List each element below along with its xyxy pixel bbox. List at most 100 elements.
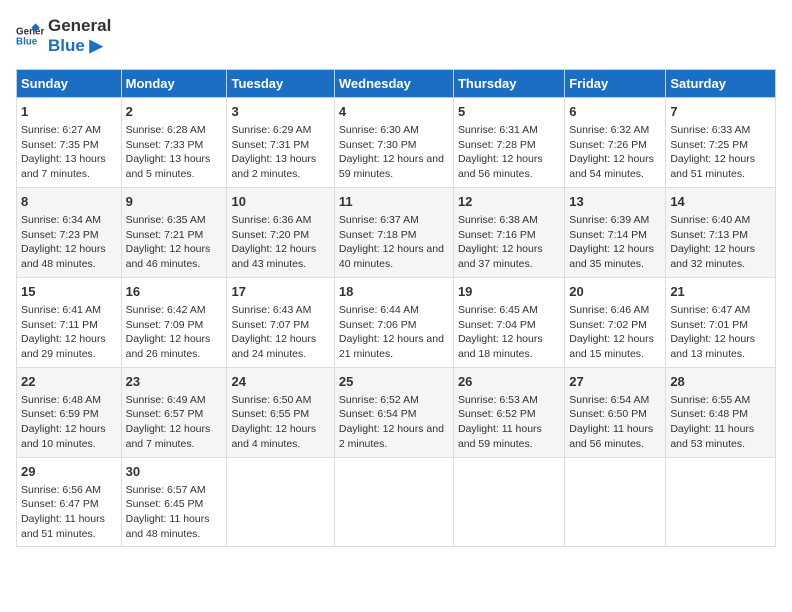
calendar-cell: 21 Sunrise: 6:47 AM Sunset: 7:01 PM Dayli…: [666, 277, 776, 367]
calendar-cell: 20 Sunrise: 6:46 AM Sunset: 7:02 PM Dayli…: [565, 277, 666, 367]
day-number: 5: [458, 103, 560, 121]
calendar-cell: 3Sunrise: 6:29 AM Sunset: 7:31 PM Daylig…: [227, 97, 334, 187]
calendar-cell: 15 Sunrise: 6:41 AM Sunset: 7:11 PM Dayli…: [17, 277, 122, 367]
day-number: 7: [670, 103, 771, 121]
day-info: Sunrise: 6:27 AM Sunset: 7:35 PM Dayligh…: [21, 123, 117, 182]
day-number: 13: [569, 193, 661, 211]
calendar-cell: 18Sunrise: 6:44 AM Sunset: 7:06 PM Dayli…: [334, 277, 453, 367]
calendar-cell: 12Sunrise: 6:38 AM Sunset: 7:16 PM Dayli…: [453, 187, 564, 277]
day-number: 4: [339, 103, 449, 121]
calendar-cell: [565, 457, 666, 547]
day-number: 25: [339, 373, 449, 391]
col-header-tuesday: Tuesday: [227, 69, 334, 97]
day-info: Sunrise: 6:45 AM Sunset: 7:04 PM Dayligh…: [458, 303, 560, 362]
calendar-cell: 7 Sunrise: 6:33 AM Sunset: 7:25 PM Daylig…: [666, 97, 776, 187]
day-number: 20: [569, 283, 661, 301]
calendar-week-2: 8Sunrise: 6:34 AM Sunset: 7:23 PM Daylig…: [17, 187, 776, 277]
calendar-cell: 16 Sunrise: 6:42 AM Sunset: 7:09 PM Dayli…: [121, 277, 227, 367]
logo-blue: Blue ▶: [48, 36, 111, 56]
col-header-monday: Monday: [121, 69, 227, 97]
page-header: General Blue General Blue ▶: [16, 16, 776, 57]
day-number: 3: [231, 103, 329, 121]
day-info: Sunrise: 6:53 AM Sunset: 6:52 PM Dayligh…: [458, 393, 560, 452]
day-info: Sunrise: 6:57 AM Sunset: 6:45 PM Dayligh…: [126, 483, 223, 542]
day-info: Sunrise: 6:41 AM Sunset: 7:11 PM Dayligh…: [21, 303, 117, 362]
calendar-cell: 25 Sunrise: 6:52 AM Sunset: 6:54 PM Dayli…: [334, 367, 453, 457]
day-info: Sunrise: 6:32 AM Sunset: 7:26 PM Dayligh…: [569, 123, 661, 182]
calendar-cell: 10Sunrise: 6:36 AM Sunset: 7:20 PM Dayli…: [227, 187, 334, 277]
day-info: Sunrise: 6:38 AM Sunset: 7:16 PM Dayligh…: [458, 213, 560, 272]
day-number: 28: [670, 373, 771, 391]
day-number: 14: [670, 193, 771, 211]
day-info: Sunrise: 6:33 AM Sunset: 7:25 PM Dayligh…: [670, 123, 771, 182]
calendar-cell: 28 Sunrise: 6:55 AM Sunset: 6:48 PM Dayli…: [666, 367, 776, 457]
calendar-week-1: 1 Sunrise: 6:27 AM Sunset: 7:35 PM Daylig…: [17, 97, 776, 187]
calendar-cell: 1 Sunrise: 6:27 AM Sunset: 7:35 PM Daylig…: [17, 97, 122, 187]
day-info: Sunrise: 6:39 AM Sunset: 7:14 PM Dayligh…: [569, 213, 661, 272]
calendar-cell: 13 Sunrise: 6:39 AM Sunset: 7:14 PM Dayli…: [565, 187, 666, 277]
calendar-cell: 4Sunrise: 6:30 AM Sunset: 7:30 PM Daylig…: [334, 97, 453, 187]
calendar-cell: 23 Sunrise: 6:49 AM Sunset: 6:57 PM Dayli…: [121, 367, 227, 457]
calendar-cell: 2Sunrise: 6:28 AM Sunset: 7:33 PM Daylig…: [121, 97, 227, 187]
day-number: 16: [126, 283, 223, 301]
calendar-cell: [453, 457, 564, 547]
calendar-cell: 14 Sunrise: 6:40 AM Sunset: 7:13 PM Dayli…: [666, 187, 776, 277]
day-number: 27: [569, 373, 661, 391]
col-header-friday: Friday: [565, 69, 666, 97]
svg-text:Blue: Blue: [16, 37, 38, 48]
logo-general: General: [48, 16, 111, 36]
day-number: 18: [339, 283, 449, 301]
day-info: Sunrise: 6:40 AM Sunset: 7:13 PM Dayligh…: [670, 213, 771, 272]
calendar-cell: 9 Sunrise: 6:35 AM Sunset: 7:21 PM Daylig…: [121, 187, 227, 277]
day-number: 22: [21, 373, 117, 391]
day-number: 15: [21, 283, 117, 301]
day-number: 29: [21, 463, 117, 481]
day-info: Sunrise: 6:43 AM Sunset: 7:07 PM Dayligh…: [231, 303, 329, 362]
day-number: 1: [21, 103, 117, 121]
day-number: 19: [458, 283, 560, 301]
logo-icon: General Blue: [16, 22, 44, 50]
day-number: 21: [670, 283, 771, 301]
day-number: 11: [339, 193, 449, 211]
calendar-header-row: SundayMondayTuesdayWednesdayThursdayFrid…: [17, 69, 776, 97]
day-number: 9: [126, 193, 223, 211]
day-number: 30: [126, 463, 223, 481]
day-number: 23: [126, 373, 223, 391]
calendar-cell: [334, 457, 453, 547]
calendar-cell: 22Sunrise: 6:48 AM Sunset: 6:59 PM Dayli…: [17, 367, 122, 457]
day-info: Sunrise: 6:50 AM Sunset: 6:55 PM Dayligh…: [231, 393, 329, 452]
day-info: Sunrise: 6:56 AM Sunset: 6:47 PM Dayligh…: [21, 483, 117, 542]
calendar-cell: 29 Sunrise: 6:56 AM Sunset: 6:47 PM Dayli…: [17, 457, 122, 547]
calendar-cell: 27Sunrise: 6:54 AM Sunset: 6:50 PM Dayli…: [565, 367, 666, 457]
day-info: Sunrise: 6:49 AM Sunset: 6:57 PM Dayligh…: [126, 393, 223, 452]
day-info: Sunrise: 6:52 AM Sunset: 6:54 PM Dayligh…: [339, 393, 449, 452]
calendar-table: SundayMondayTuesdayWednesdayThursdayFrid…: [16, 69, 776, 548]
day-number: 24: [231, 373, 329, 391]
logo: General Blue General Blue ▶: [16, 16, 111, 57]
day-info: Sunrise: 6:35 AM Sunset: 7:21 PM Dayligh…: [126, 213, 223, 272]
calendar-cell: 11 Sunrise: 6:37 AM Sunset: 7:18 PM Dayli…: [334, 187, 453, 277]
calendar-cell: 24 Sunrise: 6:50 AM Sunset: 6:55 PM Dayli…: [227, 367, 334, 457]
calendar-cell: 26 Sunrise: 6:53 AM Sunset: 6:52 PM Dayli…: [453, 367, 564, 457]
calendar-week-5: 29 Sunrise: 6:56 AM Sunset: 6:47 PM Dayli…: [17, 457, 776, 547]
calendar-cell: [227, 457, 334, 547]
day-number: 6: [569, 103, 661, 121]
day-info: Sunrise: 6:28 AM Sunset: 7:33 PM Dayligh…: [126, 123, 223, 182]
day-info: Sunrise: 6:47 AM Sunset: 7:01 PM Dayligh…: [670, 303, 771, 362]
day-info: Sunrise: 6:55 AM Sunset: 6:48 PM Dayligh…: [670, 393, 771, 452]
col-header-wednesday: Wednesday: [334, 69, 453, 97]
day-info: Sunrise: 6:37 AM Sunset: 7:18 PM Dayligh…: [339, 213, 449, 272]
col-header-thursday: Thursday: [453, 69, 564, 97]
day-number: 17: [231, 283, 329, 301]
day-number: 26: [458, 373, 560, 391]
day-number: 8: [21, 193, 117, 211]
calendar-cell: 30 Sunrise: 6:57 AM Sunset: 6:45 PM Dayli…: [121, 457, 227, 547]
calendar-cell: 17 Sunrise: 6:43 AM Sunset: 7:07 PM Dayli…: [227, 277, 334, 367]
day-info: Sunrise: 6:31 AM Sunset: 7:28 PM Dayligh…: [458, 123, 560, 182]
calendar-cell: 19 Sunrise: 6:45 AM Sunset: 7:04 PM Dayli…: [453, 277, 564, 367]
day-info: Sunrise: 6:42 AM Sunset: 7:09 PM Dayligh…: [126, 303, 223, 362]
day-info: Sunrise: 6:46 AM Sunset: 7:02 PM Dayligh…: [569, 303, 661, 362]
calendar-cell: [666, 457, 776, 547]
col-header-sunday: Sunday: [17, 69, 122, 97]
calendar-week-3: 15 Sunrise: 6:41 AM Sunset: 7:11 PM Dayli…: [17, 277, 776, 367]
